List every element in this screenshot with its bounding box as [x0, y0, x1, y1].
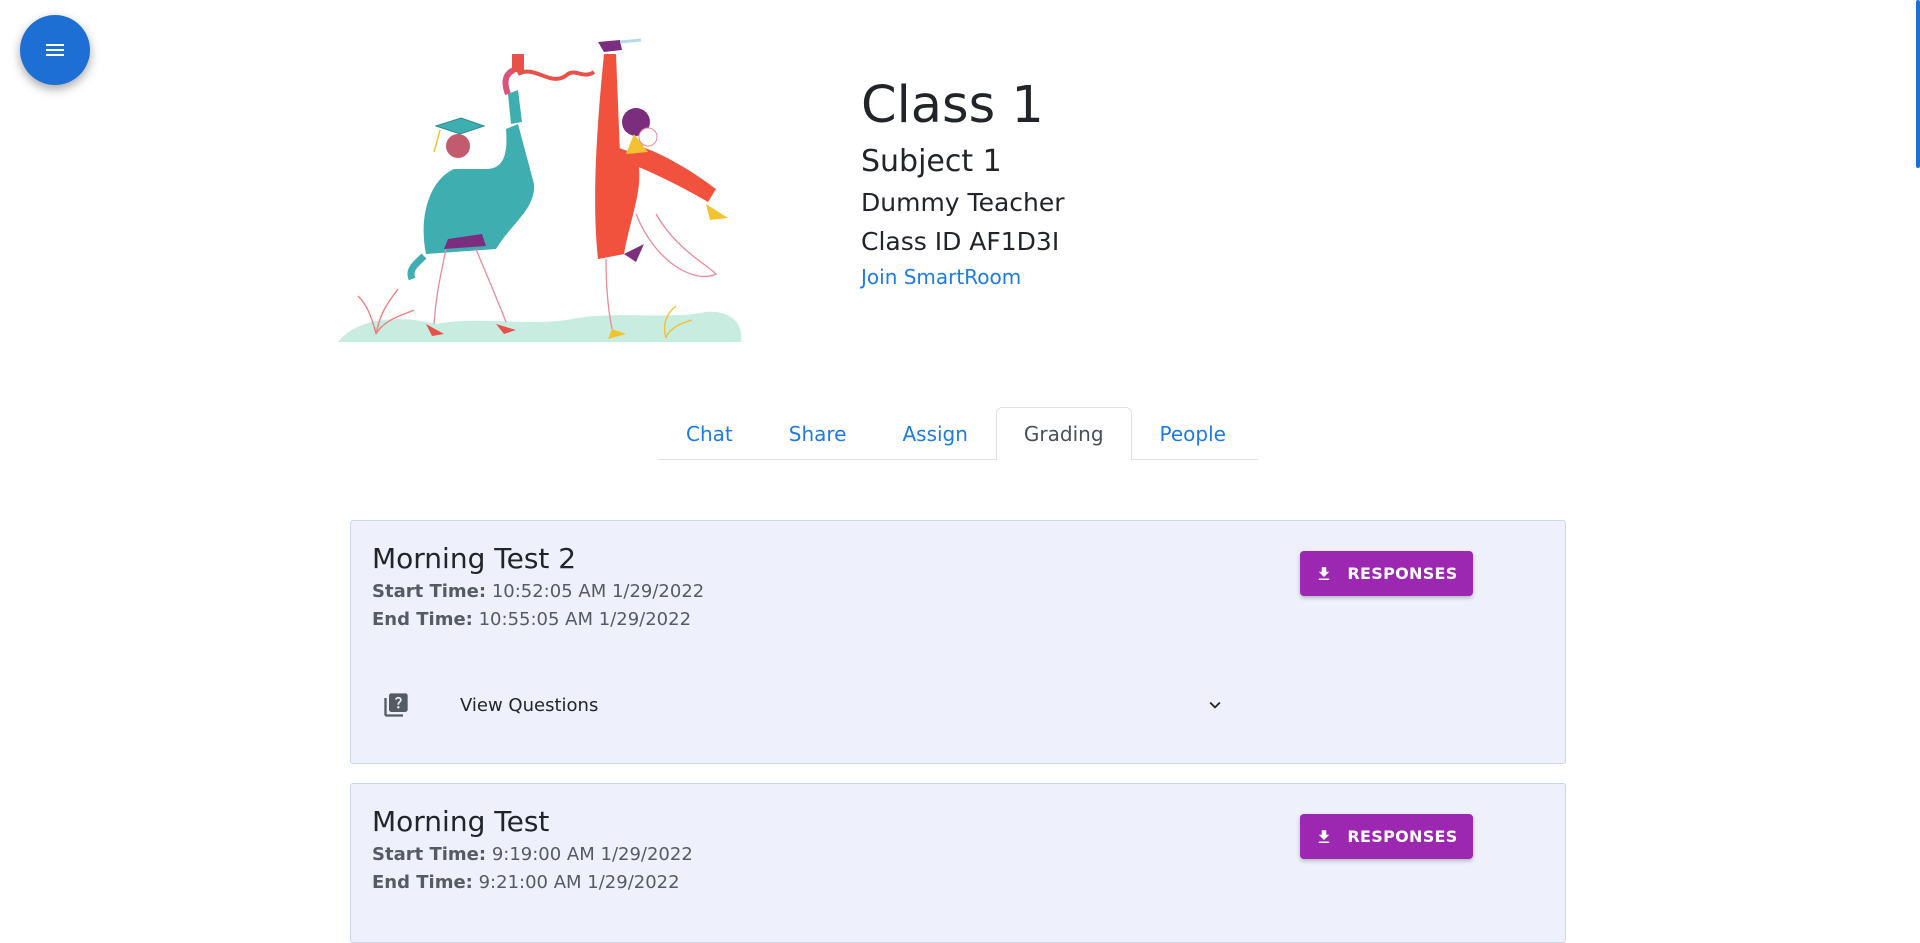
responses-button-label: RESPONSES	[1347, 827, 1458, 846]
end-time: End Time: 9:21:00 AM 1/29/2022	[372, 871, 680, 895]
join-smartroom-link[interactable]: Join SmartRoom	[861, 263, 1021, 291]
download-icon	[1319, 566, 1330, 580]
start-time-label: Start Time:	[372, 581, 487, 602]
tab-share[interactable]: Share	[761, 407, 875, 460]
tab-people[interactable]: People	[1132, 407, 1254, 460]
view-questions-toggle[interactable]: View Questions	[372, 681, 1227, 729]
class-subject: Subject 1	[861, 144, 1002, 179]
class-info: Class 1 Subject 1 Dummy Teacher Class ID…	[861, 76, 1065, 291]
class-teacher: Dummy Teacher	[861, 188, 1065, 217]
view-questions-label: View Questions	[460, 694, 599, 716]
class-title: Class 1	[861, 76, 1044, 135]
end-time-value: 10:55:05 AM 1/29/2022	[478, 609, 692, 630]
class-id: Class ID AF1D3I	[861, 227, 1060, 256]
test-title: Morning Test	[372, 805, 550, 838]
start-time-label: Start Time:	[372, 844, 487, 865]
graduates-celebrating-illustration	[338, 38, 742, 342]
tab-assign[interactable]: Assign	[874, 407, 995, 460]
start-time-value: 10:52:05 AM 1/29/2022	[491, 581, 705, 602]
tab-grading[interactable]: Grading	[995, 407, 1132, 461]
test-card: Morning Test Start Time: 9:19:00 AM 1/29…	[350, 783, 1566, 943]
test-card: Morning Test 2 Start Time: 10:52:05 AM 1…	[350, 520, 1566, 764]
scrollbar-thumb[interactable]	[1916, 0, 1920, 168]
end-time-label: End Time:	[372, 872, 473, 893]
start-time-value: 9:19:00 AM 1/29/2022	[491, 844, 693, 865]
test-title: Morning Test 2	[372, 542, 577, 575]
end-time: End Time: 10:55:05 AM 1/29/2022	[372, 608, 691, 632]
menu-button[interactable]	[20, 15, 90, 85]
responses-button[interactable]: RESPONSES	[1300, 551, 1473, 596]
chevron-down-icon	[1209, 701, 1221, 709]
start-time: Start Time: 10:52:05 AM 1/29/2022	[372, 580, 704, 604]
menu-icon	[46, 44, 64, 56]
tab-chat[interactable]: Chat	[658, 407, 761, 460]
start-time: Start Time: 9:19:00 AM 1/29/2022	[372, 843, 693, 867]
download-icon	[1319, 829, 1330, 843]
responses-button[interactable]: RESPONSES	[1300, 814, 1473, 859]
end-time-label: End Time:	[372, 609, 473, 630]
responses-button-label: RESPONSES	[1347, 564, 1458, 583]
question-bank-icon	[384, 693, 408, 717]
class-tabs: Chat Share Assign Grading People	[658, 407, 1258, 461]
end-time-value: 9:21:00 AM 1/29/2022	[478, 872, 680, 893]
